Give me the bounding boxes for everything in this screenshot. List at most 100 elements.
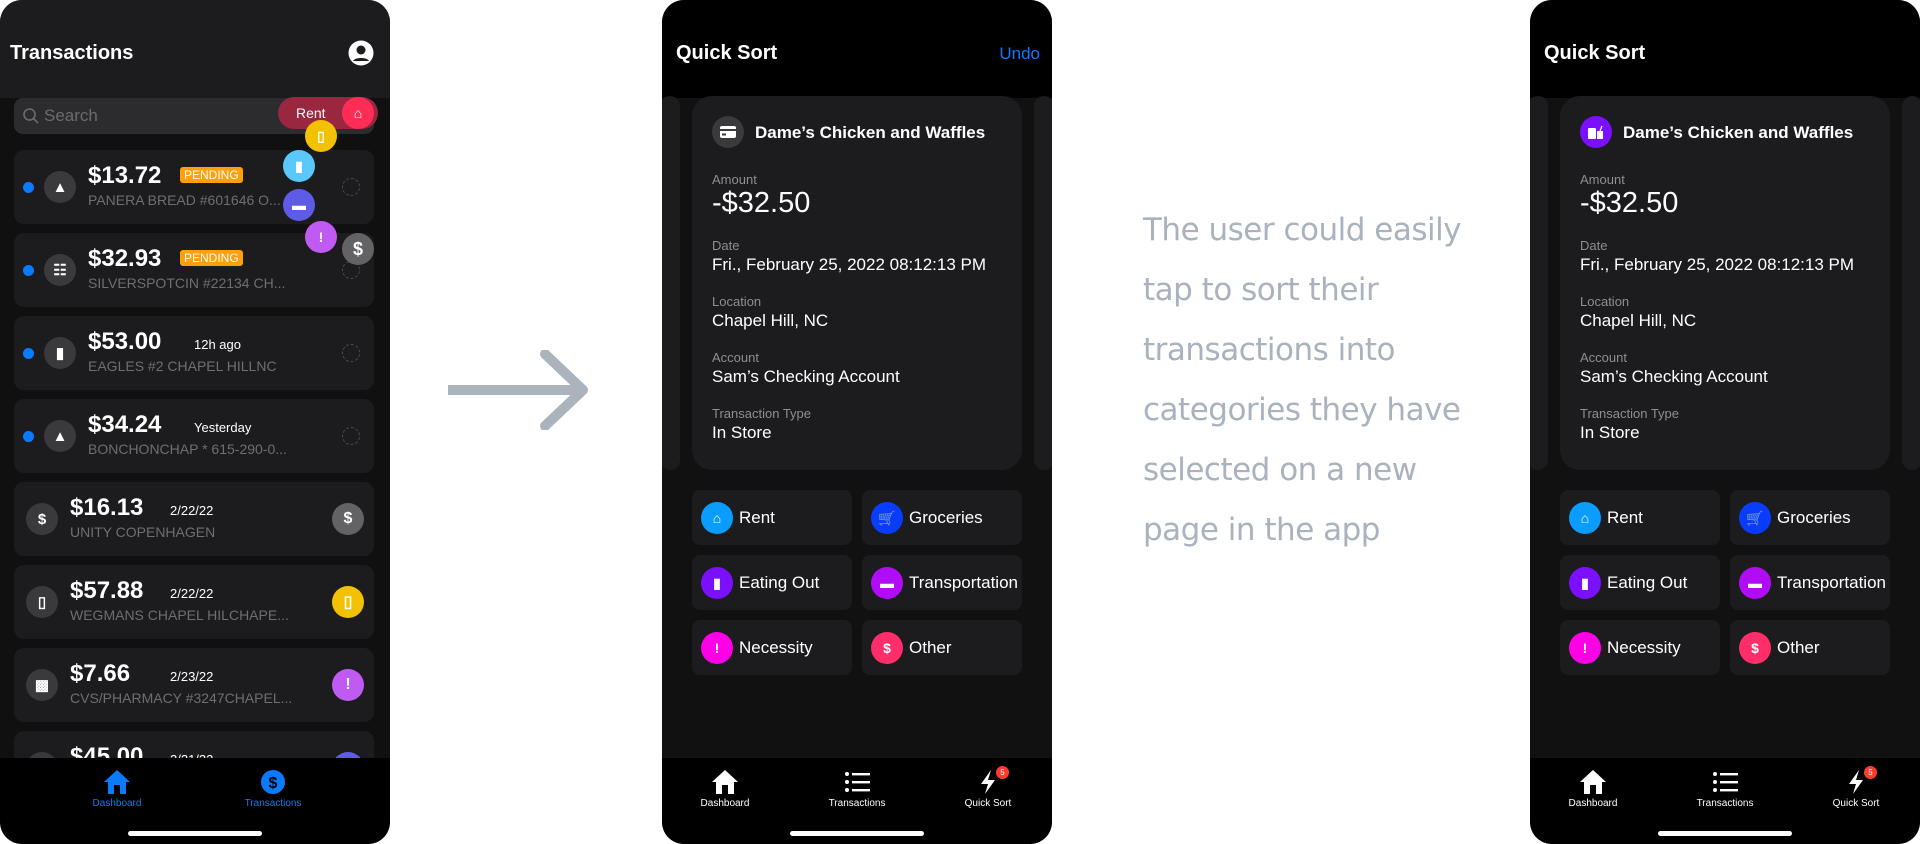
home-indicator (1658, 831, 1792, 836)
merchant: BONCHONCHAP * 615-290-0... (88, 441, 287, 457)
amount-field: Amount -$32.50 (1580, 172, 1678, 220)
tab-dashboard[interactable]: Dashboard (675, 768, 775, 809)
dollar-icon: $ (871, 632, 903, 664)
tab-transactions[interactable]: $ Transactions (223, 768, 323, 809)
house-icon: ⌂ (1569, 502, 1601, 534)
dollar-circle-icon: $ (261, 770, 285, 794)
quick-sort-screen: Quick Sort Undo Dame’s Chicken and Waffl… (662, 0, 1052, 844)
undo-button[interactable]: Undo (999, 44, 1040, 64)
category-label: Eating Out (739, 573, 820, 592)
search-icon (23, 108, 39, 124)
next-card[interactable] (1902, 96, 1920, 470)
category-eating-out-button[interactable]: ▮ Eating Out (1560, 555, 1720, 610)
field-value: Chapel Hill, NC (1580, 311, 1697, 330)
groceries-bag-icon[interactable]: ▯ (305, 120, 337, 152)
tab-dashboard[interactable]: Dashboard (67, 768, 167, 809)
category-label: Eating Out (1607, 573, 1688, 592)
car-icon: ▬ (871, 567, 903, 599)
transactions-screen: Transactions Search ▲ $13.72 PENDING PAN… (0, 0, 390, 844)
necessity-category-icon[interactable]: ! (332, 669, 364, 701)
tab-dashboard[interactable]: Dashboard (1543, 768, 1643, 809)
storyboard: Transactions Search ▲ $13.72 PENDING PAN… (0, 0, 1920, 844)
category-other-button[interactable]: $ Other (1730, 620, 1890, 675)
time: 2/23/22 (170, 669, 214, 684)
exclamation-icon[interactable]: ! (305, 221, 337, 253)
tab-bar: Dashboard $ Transactions (0, 758, 390, 844)
amount: $7.66 (70, 660, 131, 687)
amount: $13.72 (88, 162, 162, 189)
field-label: Location (1580, 294, 1630, 309)
list-icon (845, 772, 870, 792)
page-title: Transactions (10, 42, 134, 64)
category-groceries-button[interactable]: 🛒 Groceries (1730, 490, 1890, 545)
cloche-icon: ▲ (44, 171, 76, 203)
groceries-category-icon[interactable]: ▯ (332, 586, 364, 618)
credit-card-icon (712, 116, 744, 148)
amount: $57.88 (70, 577, 144, 604)
tab-quick-sort[interactable]: 5 Quick Sort (938, 766, 1038, 809)
tab-transactions[interactable]: Transactions (807, 768, 907, 809)
category-other-button[interactable]: $ Other (862, 620, 1022, 675)
notification-badge: 5 (996, 766, 1009, 779)
tab-quick-sort[interactable]: 5 Quick Sort (1806, 766, 1906, 809)
previous-card[interactable] (1530, 96, 1548, 470)
select-radio[interactable] (342, 344, 360, 362)
amount: $34.24 (88, 411, 162, 438)
dollar-icon: $ (1739, 632, 1771, 664)
category-transportation-button[interactable]: ▬ Transportation (1730, 555, 1890, 610)
merchant: PANERA BREAD #601646 O... (88, 192, 281, 208)
time: 2/22/22 (170, 586, 214, 601)
field-label: Account (1580, 350, 1627, 365)
previous-card[interactable] (662, 96, 680, 470)
category-transportation-button[interactable]: ▬ Transportation (862, 555, 1022, 610)
category-necessity-button[interactable]: ! Necessity (1560, 620, 1720, 675)
select-radio[interactable] (342, 427, 360, 445)
transaction-row[interactable]: $ $16.13 2/22/22 UNITY COPENHAGEN $ (14, 482, 374, 556)
transaction-row[interactable]: ▯ $57.88 2/22/22 WEGMANS CHAPEL HILCHAPE… (14, 565, 374, 639)
eating-out-icon (1580, 116, 1612, 148)
category-label: Rent (739, 508, 775, 527)
tab-label: Quick Sort (1832, 798, 1880, 809)
category-eating-out-button[interactable]: ▮ Eating Out (692, 555, 852, 610)
field-label: Amount (712, 172, 757, 187)
unread-dot (23, 265, 34, 276)
tab-transactions[interactable]: Transactions (1675, 768, 1775, 809)
category-label: Other (1777, 638, 1820, 657)
transaction-row[interactable]: ▩ $7.66 2/23/22 CVS/PHARMACY #3247CHAPEL… (14, 648, 374, 722)
caption-text: The user could easily tap to sort their … (1143, 212, 1462, 548)
tab-label: Dashboard (700, 798, 750, 809)
dollar-icon[interactable]: $ (342, 233, 374, 265)
category-rent-button[interactable]: ⌂ Rent (692, 490, 852, 545)
transaction-row[interactable]: ▲ $13.72 PENDING PANERA BREAD #601646 O.… (14, 150, 374, 224)
eating-out-icon[interactable]: ▮ (283, 150, 315, 182)
eating-out-icon: ▮ (1569, 567, 1601, 599)
field-label: Transaction Type (1580, 406, 1679, 421)
amount-field: Amount -$32.50 (712, 172, 810, 220)
category-necessity-button[interactable]: ! Necessity (692, 620, 852, 675)
category-rent-button[interactable]: ⌂ Rent (1560, 490, 1720, 545)
next-card[interactable] (1034, 96, 1052, 470)
location-field: Location Chapel Hill, NC (1580, 294, 1696, 331)
page-title: Quick Sort (676, 42, 778, 64)
rent-label: Rent (296, 105, 326, 121)
house-icon: ⌂ (701, 502, 733, 534)
car-icon[interactable]: ▬ (283, 189, 315, 221)
amount: $53.00 (88, 328, 162, 355)
field-label: Amount (1580, 172, 1625, 187)
field-label: Location (712, 294, 762, 309)
field-value: -$32.50 (1580, 187, 1679, 219)
other-category-icon[interactable]: $ (332, 503, 364, 535)
transaction-row[interactable]: ▮ $53.00 12h ago EAGLES #2 CHAPEL HILLNC (14, 316, 374, 390)
status-badge: PENDING (180, 167, 243, 183)
pill-bottle-icon: ▩ (26, 669, 58, 701)
house-icon[interactable]: ⌂ (342, 97, 374, 129)
cart-icon: 🛒 (1739, 502, 1771, 534)
field-value: Chapel Hill, NC (712, 311, 829, 330)
transaction-row[interactable]: ▲ $34.24 Yesterday BONCHONCHAP * 615-290… (14, 399, 374, 473)
profile-icon[interactable] (348, 40, 374, 66)
category-groceries-button[interactable]: 🛒 Groceries (862, 490, 1022, 545)
location-field: Location Chapel Hill, NC (712, 294, 828, 331)
select-radio[interactable] (342, 178, 360, 196)
unread-dot (23, 348, 34, 359)
field-label: Transaction Type (712, 406, 811, 421)
